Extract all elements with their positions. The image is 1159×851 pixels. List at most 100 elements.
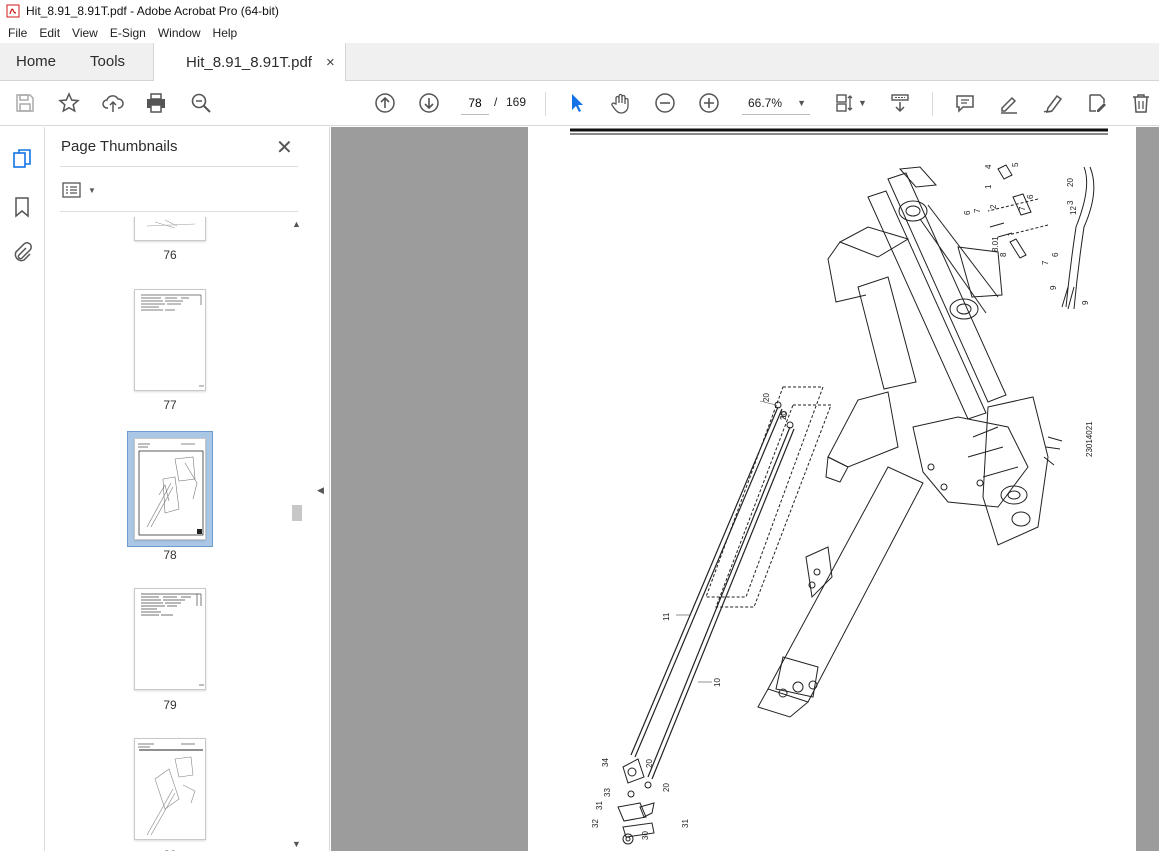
- print-icon[interactable]: [144, 91, 168, 115]
- attachment-paperclip-icon[interactable]: [10, 240, 34, 264]
- menu-window[interactable]: Window: [153, 26, 206, 40]
- callout-label: 31: [681, 819, 690, 828]
- thumbnail-label: 78: [163, 548, 177, 562]
- thumbnail-page-76[interactable]: [134, 217, 206, 241]
- menu-file[interactable]: File: [3, 26, 32, 40]
- thumbnail-label: 79: [163, 698, 177, 712]
- title-bar: Hit_8.91_8.91T.pdf - Adobe Acrobat Pro (…: [0, 0, 1159, 22]
- page-separator: /: [494, 95, 498, 109]
- page-layout-chevron-icon[interactable]: ▼: [858, 98, 867, 108]
- comment-icon[interactable]: [953, 91, 977, 115]
- thumbnail-list: 76 77 78 79: [45, 217, 290, 851]
- callout-label: 3: [1066, 200, 1075, 205]
- menu-bar: File Edit View E-Sign Window Help: [0, 22, 1159, 43]
- callout-label: 20: [779, 411, 788, 420]
- callout-label: 2: [989, 204, 998, 209]
- thumbnail-scrollbar[interactable]: ▲ ▼: [290, 217, 304, 851]
- exploded-parts-drawing: 5 4 1 7 2 7 6 6 8.01 8 7 6 3 20 12 9 9 2…: [570, 128, 1108, 845]
- tab-document[interactable]: Hit_8.91_8.91T.pdf ×: [153, 43, 346, 81]
- scroll-up-icon[interactable]: ▲: [292, 219, 301, 229]
- menu-esign[interactable]: E-Sign: [105, 26, 151, 40]
- figure-id: 23014021: [1085, 421, 1094, 457]
- callout-label: 6: [1051, 252, 1060, 257]
- page-layout-icon[interactable]: [833, 91, 857, 115]
- callout-label: 1: [984, 184, 993, 189]
- panel-divider: [60, 211, 298, 212]
- window-title: Hit_8.91_8.91T.pdf - Adobe Acrobat Pro (…: [26, 4, 279, 18]
- highlight-pen-icon[interactable]: [997, 91, 1021, 115]
- edit-pdf-icon[interactable]: [1085, 91, 1109, 115]
- zoom-level-value: 66.7%: [748, 95, 783, 110]
- menu-view[interactable]: View: [67, 26, 103, 40]
- page-thumbnails-panel: Page Thumbnails ✕ ▼ 76 77 78 79 ▲ ▼: [45, 127, 312, 851]
- menu-edit[interactable]: Edit: [34, 26, 65, 40]
- scroll-mode-icon[interactable]: [888, 91, 912, 115]
- toolbar-divider: [932, 92, 933, 116]
- callout-label: 7: [1018, 206, 1027, 211]
- callout-label: 8.01: [991, 236, 1000, 252]
- thumbnail-page-78[interactable]: [134, 438, 206, 540]
- thumbnail-label: 77: [163, 398, 177, 412]
- chevron-down-icon: ▼: [797, 98, 806, 108]
- left-navigation-rail: [0, 127, 45, 851]
- hand-tool-icon[interactable]: [609, 91, 633, 115]
- panel-title: Page Thumbnails: [61, 138, 178, 155]
- callout-label: 10: [713, 678, 722, 687]
- options-chevron-icon: ▼: [88, 185, 96, 195]
- callout-label: 34: [601, 758, 610, 767]
- bookmark-icon[interactable]: [10, 195, 34, 219]
- callout-label: 9: [1049, 285, 1058, 290]
- previous-page-icon[interactable]: [373, 91, 397, 115]
- zoom-search-icon[interactable]: [189, 91, 213, 115]
- tab-close-icon[interactable]: ×: [326, 54, 335, 71]
- callout-label: 6: [1026, 194, 1035, 199]
- zoom-out-icon[interactable]: [653, 91, 677, 115]
- tab-document-label: Hit_8.91_8.91T.pdf: [186, 53, 312, 71]
- zoom-level-dropdown[interactable]: 66.7% ▼: [742, 91, 810, 115]
- toolbar: / 169 66.7% ▼ ▼: [0, 81, 1159, 126]
- thumbnail-page-77[interactable]: [134, 289, 206, 391]
- callout-label: 33: [603, 788, 612, 797]
- callout-label: 12: [1069, 206, 1078, 215]
- next-page-icon[interactable]: [417, 91, 441, 115]
- options-list-icon: [62, 182, 81, 198]
- callout-label: 4: [984, 164, 993, 169]
- panel-divider: [60, 166, 298, 167]
- thumbnail-page-79[interactable]: [134, 588, 206, 690]
- thumbnail-page-80[interactable]: [134, 738, 206, 840]
- callout-label: 7: [1041, 260, 1050, 265]
- save-icon[interactable]: [13, 91, 37, 115]
- upload-icon[interactable]: [101, 91, 125, 115]
- callout-label: 20: [662, 783, 671, 792]
- scrollbar-thumb[interactable]: [292, 505, 302, 521]
- zoom-in-icon[interactable]: [697, 91, 721, 115]
- thumbnail-label: 76: [163, 248, 177, 262]
- callout-label: 5: [1011, 162, 1020, 167]
- page-number-input[interactable]: [461, 91, 489, 115]
- document-viewport[interactable]: 5 4 1 7 2 7 6 6 8.01 8 7 6 3 20 12 9 9 2…: [331, 127, 1159, 851]
- star-icon[interactable]: [57, 91, 81, 115]
- callout-label: 30: [641, 831, 650, 840]
- menu-help[interactable]: Help: [208, 26, 243, 40]
- callout-label: 20: [762, 393, 771, 402]
- pdf-page: 5 4 1 7 2 7 6 6 8.01 8 7 6 3 20 12 9 9 2…: [528, 127, 1136, 851]
- sign-pen-icon[interactable]: [1041, 91, 1065, 115]
- thumbnail-options-menu[interactable]: ▼: [62, 180, 96, 200]
- tab-home[interactable]: Home: [0, 43, 73, 80]
- scroll-down-icon[interactable]: ▼: [292, 839, 301, 849]
- callout-label: 32: [591, 819, 600, 828]
- collapse-left-icon: ◀: [317, 485, 324, 495]
- callout-label: 20: [1066, 178, 1075, 187]
- select-cursor-icon[interactable]: [565, 91, 589, 115]
- tab-bar: Home Tools Hit_8.91_8.91T.pdf ×: [0, 43, 1159, 81]
- callout-label: 6: [963, 210, 972, 215]
- callout-label: 11: [662, 612, 671, 621]
- panel-close-icon[interactable]: ✕: [276, 135, 293, 160]
- delete-trash-icon[interactable]: [1129, 91, 1153, 115]
- panel-collapse-handle[interactable]: ◀: [312, 127, 330, 851]
- tab-tools[interactable]: Tools: [73, 43, 153, 80]
- callout-label: 9: [1081, 300, 1090, 305]
- toolbar-divider: [545, 92, 546, 116]
- page-thumbnails-icon[interactable]: [10, 147, 34, 171]
- page-total: 169: [506, 95, 527, 109]
